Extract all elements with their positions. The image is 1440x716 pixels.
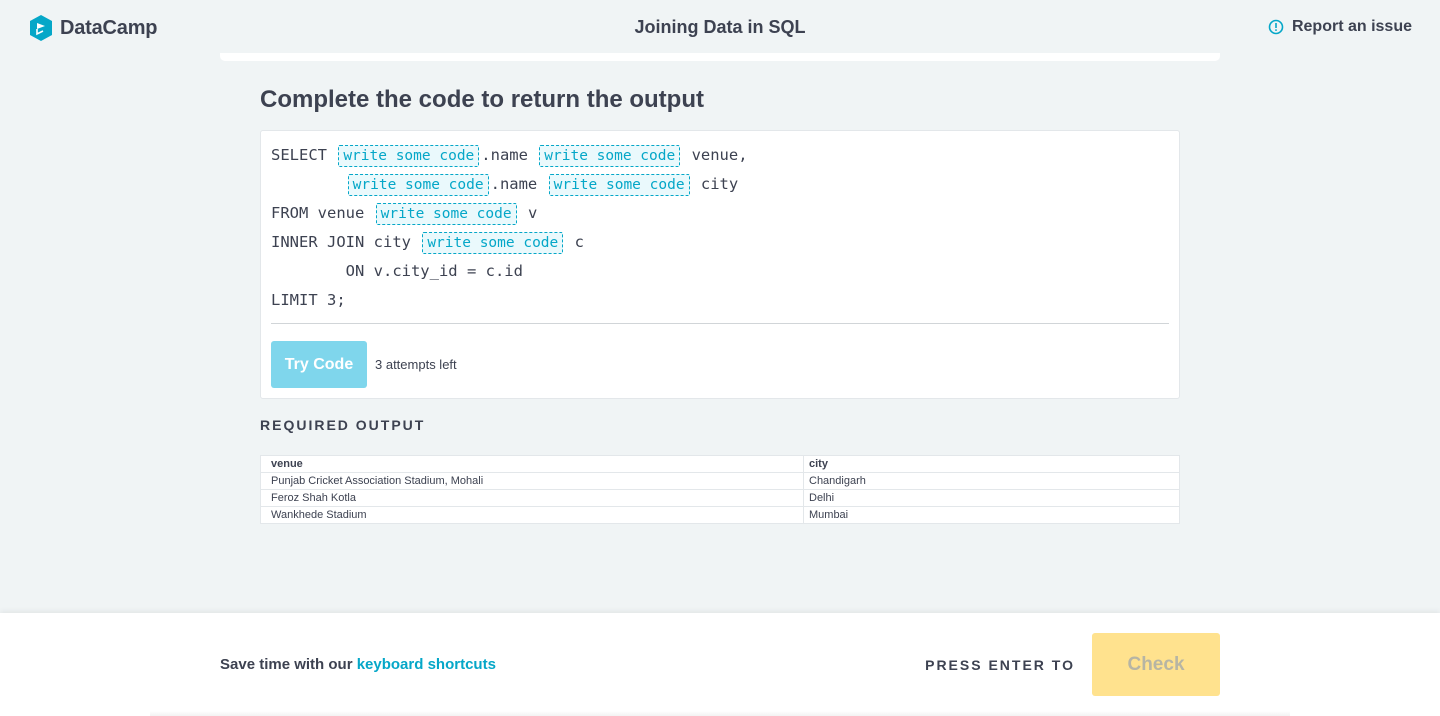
alert-circle-icon	[1268, 19, 1284, 35]
table-cell: Chandigarh	[803, 472, 1180, 490]
progress-strip	[220, 53, 1220, 61]
code-text: SELECT	[271, 146, 337, 164]
column-header-venue: venue	[260, 455, 804, 473]
code-line: write some code .name write some code cit…	[271, 170, 748, 199]
code-line: ON v.city_id = c.id	[271, 257, 748, 286]
code-blank-input[interactable]: write some code	[548, 173, 690, 196]
table-header-row: venue city	[260, 455, 1180, 473]
code-text: ON v.city_id = c.id	[271, 262, 523, 280]
code-line: FROM venue write some code v	[271, 199, 748, 228]
table-row: Punjab Cricket Association Stadium, Moha…	[260, 472, 1180, 490]
attempts-left: 3 attempts left	[375, 357, 457, 372]
code-text: INNER JOIN city	[271, 233, 421, 251]
code-blank-input[interactable]: write some code	[347, 173, 489, 196]
table-cell: Punjab Cricket Association Stadium, Moha…	[260, 472, 804, 490]
divider	[271, 323, 1169, 324]
column-header-city: city	[803, 455, 1180, 473]
footer-shadow	[150, 711, 1290, 716]
table-cell: Feroz Shah Kotla	[260, 489, 804, 507]
course-title: Joining Data in SQL	[634, 17, 806, 37]
table-cell: Wankhede Stadium	[260, 506, 804, 524]
check-button[interactable]: Check	[1092, 633, 1220, 696]
code-line: SELECT write some code .name write some c…	[271, 141, 748, 170]
table-row: Wankhede Stadium Mumbai	[260, 506, 1180, 524]
code-line: LIMIT 3;	[271, 286, 748, 315]
table-cell: Delhi	[803, 489, 1180, 507]
code-text: v	[518, 204, 538, 222]
table-row: Feroz Shah Kotla Delhi	[260, 489, 1180, 507]
code-blank-input[interactable]: write some code	[375, 202, 517, 225]
code-blank-input[interactable]: write some code	[338, 144, 480, 167]
report-issue-button[interactable]: Report an issue	[1268, 18, 1412, 36]
code-blank-input[interactable]: write some code	[422, 231, 564, 254]
shortcut-hint: Save time with our keyboard shortcuts	[220, 656, 496, 673]
code-line: INNER JOIN city write some code c	[271, 228, 748, 257]
keyboard-shortcuts-link[interactable]: keyboard shortcuts	[357, 656, 496, 673]
shortcut-hint-text: Save time with our	[220, 656, 357, 673]
required-output-table: venue city Punjab Cricket Association St…	[260, 455, 1180, 524]
code-editor[interactable]: SELECT write some code .name write some c…	[271, 141, 748, 315]
code-text: city	[691, 175, 739, 193]
report-issue-label: Report an issue	[1291, 18, 1412, 35]
code-editor-card: SELECT write some code .name write some c…	[260, 130, 1180, 399]
try-code-button[interactable]: Try Code	[271, 341, 367, 388]
code-blank-input[interactable]: write some code	[539, 144, 681, 167]
exercise-title: Complete the code to return the output	[260, 86, 704, 113]
code-text: .name	[481, 146, 538, 164]
code-text: LIMIT 3;	[271, 291, 346, 309]
top-header: DataCamp Joining Data in SQL Report an i…	[0, 0, 1440, 61]
required-output-label: REQUIRED OUTPUT	[260, 417, 426, 433]
table-cell: Mumbai	[803, 506, 1180, 524]
footer-bar: Save time with our keyboard shortcuts PR…	[0, 613, 1440, 716]
code-text: c	[565, 233, 584, 251]
code-text: .name	[490, 175, 547, 193]
code-text: venue,	[682, 146, 748, 164]
code-text: FROM venue	[271, 204, 374, 222]
press-enter-label: PRESS ENTER TO	[925, 657, 1075, 673]
